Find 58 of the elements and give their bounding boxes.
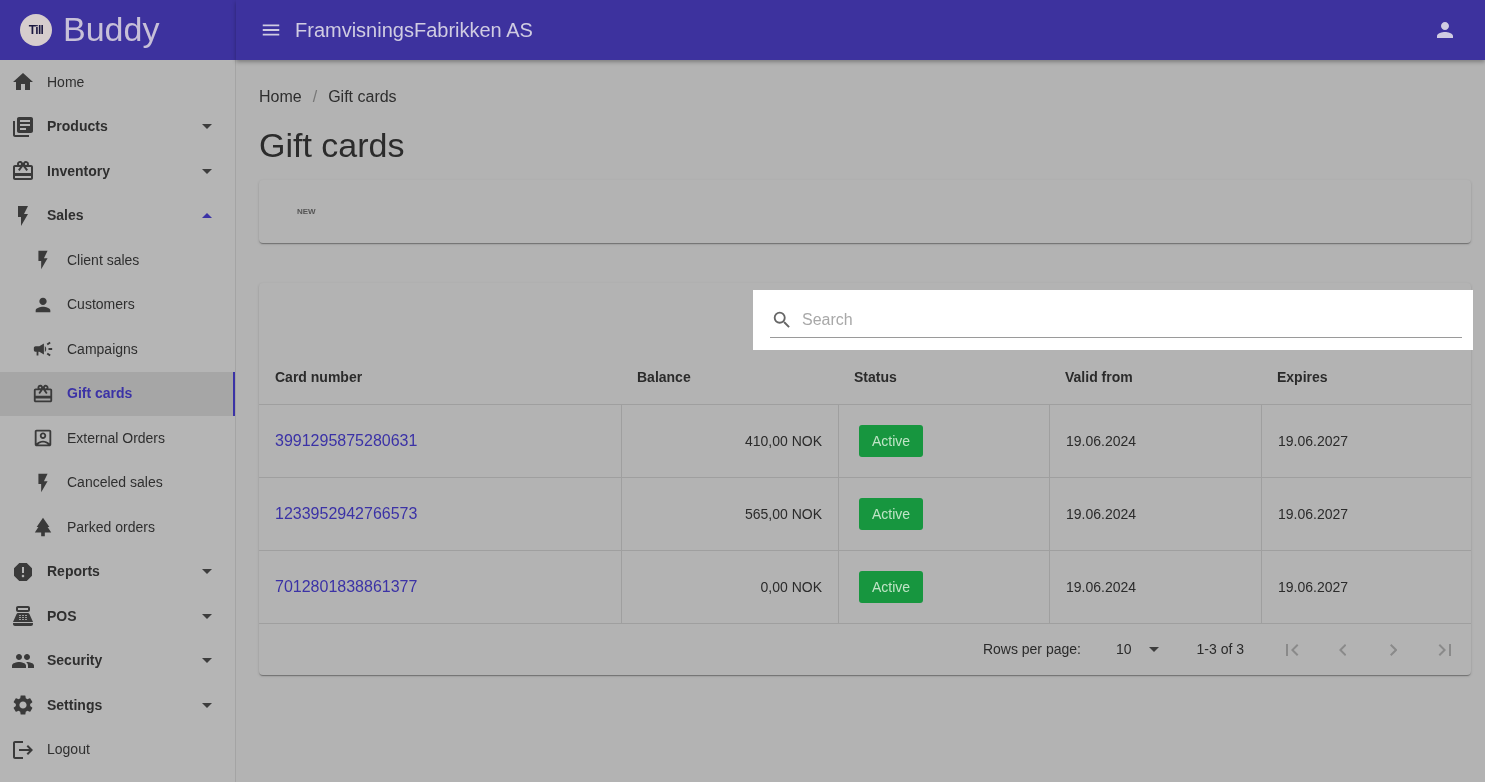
sidebar-item[interactable]: Security xyxy=(0,638,235,683)
app-logo: Till xyxy=(20,14,52,46)
table-cell-text: 19.06.2024 xyxy=(1066,577,1137,597)
card-number-link[interactable]: 3991295875280631 xyxy=(275,429,418,453)
company-name: FramvisningsFabrikken AS xyxy=(295,18,533,43)
column-header: Card number xyxy=(275,368,363,385)
breadcrumb-separator: / xyxy=(312,87,318,107)
sidebar-item[interactable]: Reports xyxy=(0,549,235,594)
status-badge: Active xyxy=(859,571,924,603)
sidebar-item[interactable]: Sales xyxy=(0,193,235,238)
column-header: Balance xyxy=(637,368,691,385)
sidebar-item[interactable]: Parked orders xyxy=(0,505,235,550)
sidebar-item[interactable]: Canceled sales xyxy=(0,460,235,505)
table-cell-text: 565,00 NOK xyxy=(744,504,822,524)
gift-card-icon xyxy=(32,382,54,405)
tree-icon xyxy=(32,516,54,539)
column-header: Expires xyxy=(1277,368,1328,385)
table-cell-text: 19.06.2027 xyxy=(1278,431,1349,451)
page-title: Gift cards xyxy=(259,125,406,165)
rows-per-page-select[interactable]: 10 xyxy=(1115,639,1166,660)
status-badge: Active xyxy=(859,425,924,457)
sidebar-item[interactable]: Gift cards xyxy=(0,371,235,416)
books-icon xyxy=(11,114,35,139)
sidebar-item[interactable]: Customers xyxy=(0,282,235,327)
page-range: 1-3 of 3 xyxy=(1196,640,1244,659)
breadcrumb-link[interactable]: Home xyxy=(259,85,302,109)
app-name: Buddy xyxy=(63,11,160,49)
rows-per-page-label: Rows per page: xyxy=(982,640,1081,659)
settings-icon xyxy=(11,693,35,718)
sidebar-item[interactable]: Settings xyxy=(0,683,235,728)
sidebar-item[interactable]: POS xyxy=(0,594,235,639)
card-number-link[interactable]: 7012801838861377 xyxy=(275,575,418,599)
chevron-right-icon xyxy=(1389,643,1398,656)
table-cell-text: 410,00 NOK xyxy=(744,431,822,451)
sidebar-item[interactable]: Products xyxy=(0,104,235,149)
caret-icon xyxy=(1148,647,1159,652)
sidebar-item[interactable]: External Orders xyxy=(0,416,235,461)
sidebar-item[interactable]: Client sales xyxy=(0,238,235,283)
search-field[interactable]: Search xyxy=(753,290,1473,350)
breadcrumb-link[interactable]: Gift cards xyxy=(328,85,397,109)
new-button[interactable]: NEW xyxy=(289,201,324,222)
column-header: Valid from xyxy=(1065,368,1133,385)
sidebar-item[interactable]: Campaigns xyxy=(0,327,235,372)
sidebar-item[interactable]: Logout xyxy=(0,727,235,772)
column-header: Status xyxy=(854,368,897,385)
card-number-link[interactable]: 1233952942766573 xyxy=(275,502,418,526)
search-icon xyxy=(771,309,793,331)
search-input[interactable]: Search xyxy=(770,302,1462,338)
table-cell-text: 19.06.2024 xyxy=(1066,431,1137,451)
table-cell-text: 19.06.2027 xyxy=(1278,504,1349,524)
table-cell-text: 19.06.2027 xyxy=(1278,577,1349,597)
chevron-left-icon xyxy=(1338,643,1347,656)
cash-register-icon xyxy=(11,604,35,629)
sidebar-item[interactable]: Home xyxy=(0,60,235,105)
status-badge: Active xyxy=(859,498,924,530)
table-cell-text: 19.06.2024 xyxy=(1066,504,1137,524)
table-cell-text: 0,00 NOK xyxy=(760,577,822,597)
sidebar-item[interactable]: Inventory xyxy=(0,149,235,194)
